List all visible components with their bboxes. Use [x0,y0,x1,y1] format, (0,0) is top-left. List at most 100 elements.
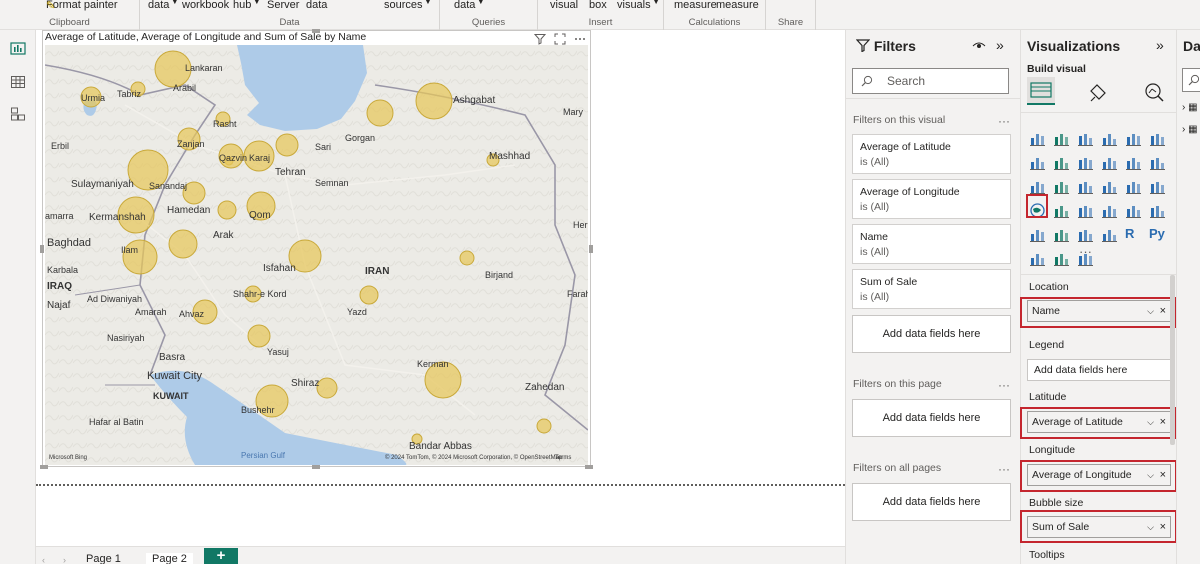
build-visual-tab[interactable] [1027,77,1055,105]
format-visual-icon[interactable] [1087,81,1109,103]
clustered-bar-icon[interactable] [1077,130,1094,147]
more-options-icon[interactable] [574,33,586,45]
eye-icon[interactable] [972,41,986,51]
collapse-filters-icon[interactable]: » [996,37,1004,53]
map-area[interactable]: Lankaran Arabil Urmia Tabriz Rasht Ashgabat Ma… [45,45,588,465]
filter-card-sum-of-sale[interactable]: Sum of Sale is (All) [852,269,1011,309]
filter-card-name[interactable]: Name is (All) [852,224,1011,264]
tab-page-1[interactable]: Page 1 [86,553,121,564]
add-visual-filter-dropzone[interactable]: Add data fields here [852,315,1011,353]
resize-handle[interactable] [40,245,44,253]
new-visual-button[interactable]: visual [550,0,578,11]
group-label-clipboard: Clipboard [49,17,90,28]
table-view-icon[interactable] [10,74,26,90]
add-page-button[interactable]: + [204,548,238,564]
location-well-label: Location [1029,281,1069,293]
enter-data-button[interactable]: data [306,0,327,11]
get-data-button[interactable]: data ▼ [148,0,178,11]
more-visuals-icon[interactable]: ··· [1079,244,1092,259]
latitude-well-label: Latitude [1029,391,1067,403]
excel-workbook-button[interactable]: workbook [182,0,229,11]
card-icon[interactable] [1125,202,1142,219]
clustered-column-icon[interactable] [1101,130,1118,147]
visualizations-pane: Visualizations » Build visual R Py ··· Lo… [1020,30,1177,564]
group-label-calculations: Calculations [688,17,741,28]
scatter-icon[interactable] [1077,178,1094,195]
filters-on-page-label: Filters on this page [853,378,942,390]
resize-handle[interactable] [589,245,593,253]
100-bar-icon[interactable] [1125,130,1142,147]
sql-server-button[interactable]: Server [267,0,299,11]
waterfall-icon[interactable] [1029,178,1046,195]
chevron-right-icon[interactable]: › [63,555,66,564]
table-expand-icon[interactable]: › ▦ [1182,124,1198,135]
slicer-icon[interactable] [1053,226,1070,243]
more-options-icon[interactable]: ··· [998,114,1010,128]
key-influencers-icon[interactable] [1053,250,1070,267]
stacked-column-icon[interactable] [1053,130,1070,147]
decomposition-tree-icon[interactable] [1029,250,1046,267]
more-options-icon[interactable]: ··· [998,462,1010,476]
quick-measure-button[interactable]: measure [716,0,759,11]
area-chart-icon[interactable] [1053,154,1070,171]
filter-card-latitude[interactable]: Average of Latitude is (All) [852,134,1011,174]
add-page-filter-dropzone[interactable]: Add data fields here [852,399,1011,437]
ribbon-chart-icon[interactable] [1149,154,1166,171]
data-search-input[interactable] [1182,68,1200,92]
matrix-icon[interactable] [1101,226,1118,243]
visualizations-scrollbar[interactable] [1170,275,1175,445]
filled-map-icon[interactable] [1053,202,1070,219]
text-box-button[interactable]: box [589,0,607,11]
longitude-well-highlight [1020,460,1177,492]
filter-search-input[interactable]: Search [852,68,1009,94]
stacked-bar-icon[interactable] [1029,130,1046,147]
python-visual-icon[interactable]: Py [1149,226,1166,243]
report-view-icon[interactable] [10,40,26,56]
filter-card-longitude[interactable]: Average of Longitude is (All) [852,179,1011,219]
line-clustered-icon[interactable] [1125,154,1142,171]
format-painter-button[interactable]: ✎ Format painter [46,0,118,12]
legend-well[interactable]: Add data fields here [1021,354,1177,387]
resize-handle[interactable] [312,29,320,33]
filter-icon[interactable] [534,33,546,45]
funnel-icon[interactable] [1053,178,1070,195]
multirow-card-icon[interactable] [1149,202,1166,219]
onelake-hub-button[interactable]: hub ▼ [233,0,260,11]
focus-mode-icon[interactable] [554,33,566,45]
map-visual[interactable]: Average of Latitude, Average of Longitud… [40,29,593,469]
chevron-down-icon: ▼ [253,0,261,6]
analytics-icon[interactable] [1143,81,1165,103]
map-label: Shahr-e Kord [233,289,287,299]
ribbon-group-queries: data ▼ Queries [440,0,538,30]
table-expand-icon[interactable]: › ▦ [1182,102,1198,113]
add-report-filter-dropzone[interactable]: Add data fields here [852,483,1011,521]
table-icon[interactable] [1077,226,1094,243]
line-chart-icon[interactable] [1029,154,1046,171]
model-view-icon[interactable] [10,106,26,122]
more-options-icon[interactable]: ··· [998,378,1010,392]
resize-handle[interactable] [312,465,320,469]
donut-chart-icon[interactable] [1125,178,1142,195]
more-visuals-button[interactable]: visuals ▼ [617,0,660,11]
refresh-data-button[interactable]: data ▼ [454,0,484,11]
tab-page-2[interactable]: Page 2 [146,553,193,564]
new-measure-button[interactable]: measure [674,0,717,11]
gauge-icon[interactable] [1101,202,1118,219]
stacked-area-icon[interactable] [1077,154,1094,171]
map-label: Zahedan [525,382,565,393]
recent-sources-button[interactable]: sources ▼ [384,0,431,11]
kpi-icon[interactable] [1029,226,1046,243]
resize-handle[interactable] [585,465,593,469]
report-canvas[interactable]: Average of Latitude, Average of Longitud… [36,29,845,546]
100-column-icon[interactable] [1149,130,1166,147]
ribbon-group-calculations: measure measure Calculations [664,0,766,30]
treemap-icon[interactable] [1149,178,1166,195]
azure-map-icon[interactable] [1077,202,1094,219]
map-label: Shiraz [291,378,320,389]
line-column-icon[interactable] [1101,154,1118,171]
chevron-left-icon[interactable]: ‹ [42,555,45,564]
collapse-visualizations-icon[interactable]: » [1156,37,1164,53]
resize-handle[interactable] [40,465,48,469]
r-visual-icon[interactable]: R [1125,226,1142,243]
pie-chart-icon[interactable] [1101,178,1118,195]
